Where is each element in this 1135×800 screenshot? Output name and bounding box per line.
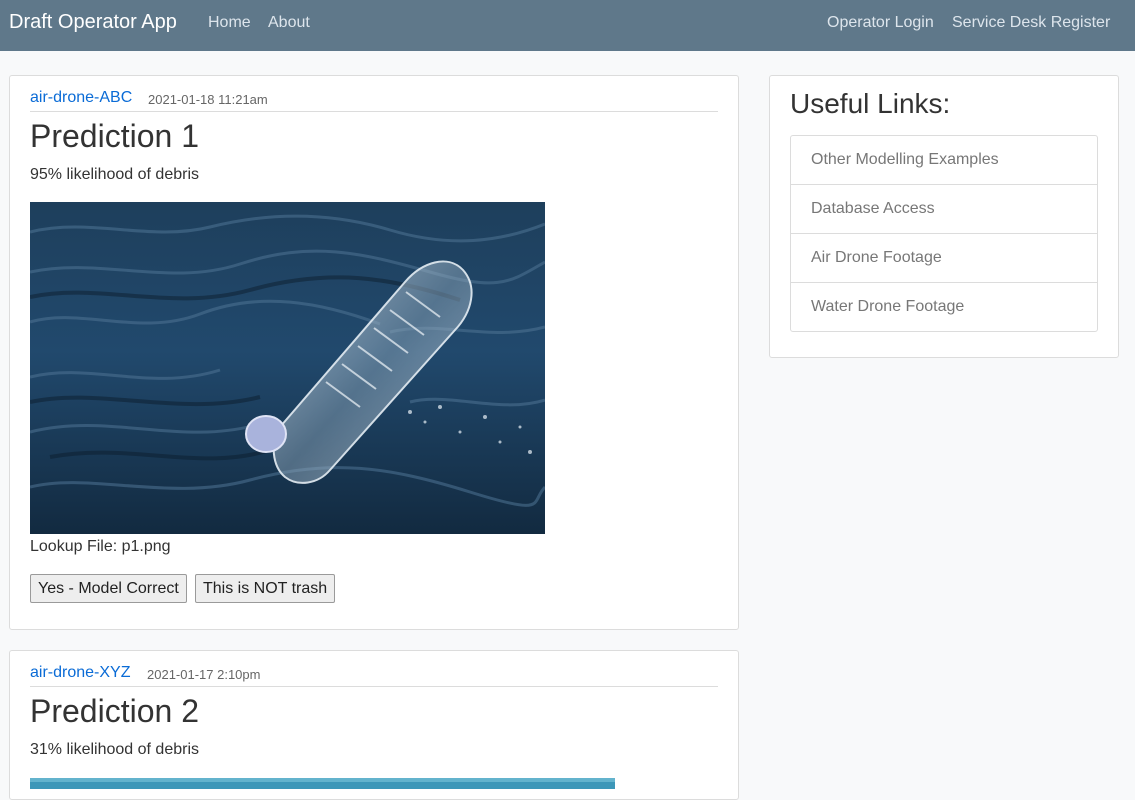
navbar-brand[interactable]: Draft Operator App bbox=[9, 11, 177, 34]
ocean-photo bbox=[30, 778, 615, 789]
post-card: air-drone-ABC 2021-01-18 11:21am Predict… bbox=[9, 75, 739, 630]
post-likelihood: 31% likelihood of debris bbox=[30, 741, 199, 758]
useful-links-title: Useful Links: bbox=[790, 88, 951, 119]
link-database-access[interactable]: Database Access bbox=[791, 185, 1097, 234]
link-other-modelling-examples[interactable]: Other Modelling Examples bbox=[791, 136, 1097, 185]
not-trash-button[interactable]: This is NOT trash bbox=[195, 574, 336, 603]
nav-link-service-desk-register[interactable]: Service Desk Register bbox=[952, 14, 1110, 32]
post-meta: air-drone-ABC 2021-01-18 11:21am bbox=[30, 76, 718, 112]
link-water-drone-footage[interactable]: Water Drone Footage bbox=[791, 283, 1097, 331]
nav-link-about[interactable]: About bbox=[268, 14, 310, 32]
link-air-drone-footage[interactable]: Air Drone Footage bbox=[791, 234, 1097, 283]
navbar: Draft Operator App Home About Operator L… bbox=[0, 0, 1135, 51]
model-correct-button[interactable]: Yes - Model Correct bbox=[30, 574, 187, 603]
post-author-link[interactable]: air-drone-XYZ bbox=[30, 664, 130, 682]
useful-links-list: Other Modelling Examples Database Access… bbox=[790, 135, 1098, 332]
prediction-image bbox=[30, 202, 545, 534]
post-title[interactable]: Prediction 1 bbox=[30, 118, 199, 155]
post-likelihood: 95% likelihood of debris bbox=[30, 166, 199, 183]
post-title[interactable]: Prediction 2 bbox=[30, 693, 199, 730]
post-meta: air-drone-XYZ 2021-01-17 2:10pm bbox=[30, 651, 718, 687]
water-bottle-photo bbox=[30, 202, 545, 534]
nav-link-operator-login[interactable]: Operator Login bbox=[827, 14, 934, 32]
post-date: 2021-01-17 2:10pm bbox=[147, 667, 261, 682]
useful-links-card: Useful Links: Other Modelling Examples D… bbox=[769, 75, 1119, 358]
post-author-link[interactable]: air-drone-ABC bbox=[30, 89, 132, 107]
prediction-image bbox=[30, 777, 615, 789]
lookup-file: Lookup File: p1.png bbox=[30, 538, 171, 555]
post-date: 2021-01-18 11:21am bbox=[148, 92, 268, 107]
post-card: air-drone-XYZ 2021-01-17 2:10pm Predicti… bbox=[9, 650, 739, 800]
nav-link-home[interactable]: Home bbox=[208, 14, 251, 32]
